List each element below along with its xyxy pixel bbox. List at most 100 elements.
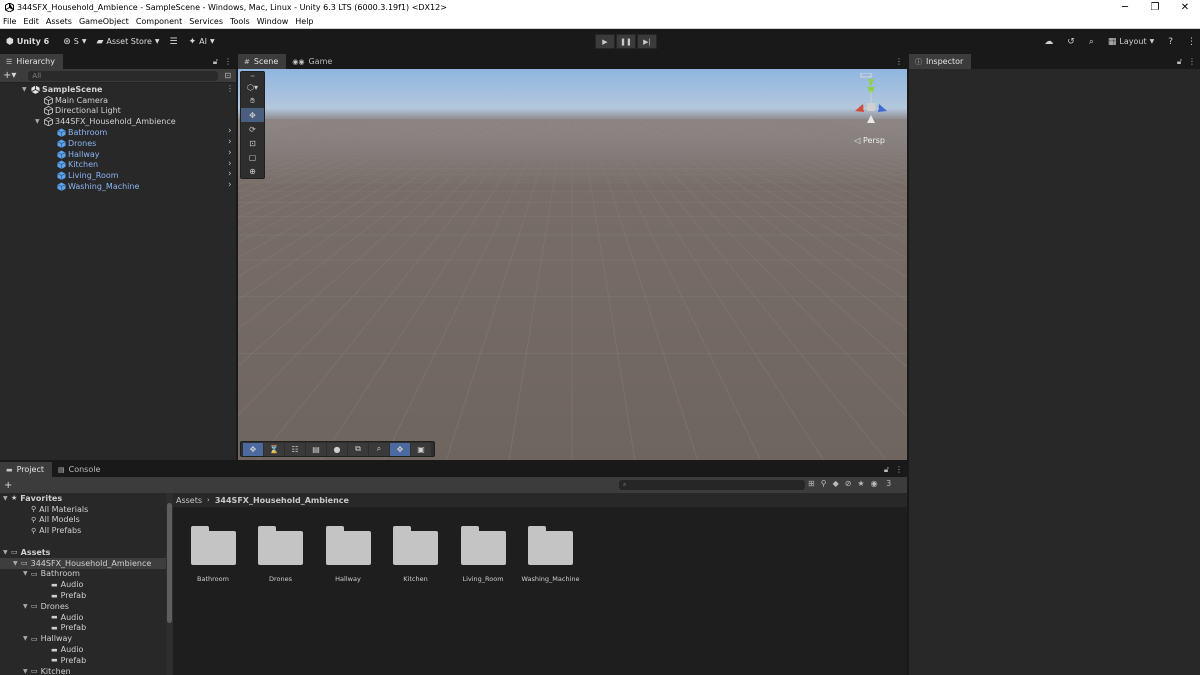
rotate-tool-button[interactable]: ⟳ <box>241 122 264 136</box>
menu-tools[interactable]: Tools <box>230 17 250 26</box>
rect-tool-button[interactable]: ▢ <box>241 150 264 164</box>
project-tree-item[interactable]: ▼ ▭ Assets <box>3 547 50 558</box>
hierarchy-item[interactable]: Bathroom <box>48 127 107 138</box>
tab-project[interactable]: ▬ Project <box>0 462 52 477</box>
breadcrumb-item[interactable]: Assets <box>176 496 202 505</box>
project-tree-item[interactable]: ▬ Prefab <box>43 623 86 634</box>
overlay-search-button[interactable]: ⌕ <box>369 442 389 456</box>
history-icon[interactable]: ↺ <box>1067 37 1075 47</box>
package-button[interactable]: ☰ <box>166 33 185 50</box>
layout-dropdown[interactable]: ▦ Layout ▼ <box>1108 37 1154 47</box>
hierarchy-item[interactable]: Kitchen <box>48 160 98 171</box>
hierarchy-item[interactable]: Drones <box>48 138 96 149</box>
orientation-gizmo[interactable] <box>847 72 895 133</box>
hidden-packages-toggle[interactable]: ◉ 3 <box>871 479 898 488</box>
menu-edit[interactable]: Edit <box>23 17 39 26</box>
more-options-icon[interactable]: ⋮ <box>895 465 903 474</box>
maximize-button[interactable]: ❐ <box>1140 0 1170 15</box>
tab-hierarchy[interactable]: ☰ Hierarchy <box>0 54 63 69</box>
scale-tool-button[interactable]: ⊡ <box>241 136 264 150</box>
palette-handle[interactable]: ═ <box>241 72 264 80</box>
overlay-grid-button[interactable]: ☷ <box>285 442 305 456</box>
pause-button[interactable]: ❚❚ <box>616 34 636 49</box>
asset-folder[interactable]: Hallway <box>318 526 378 583</box>
more-options-icon[interactable]: ⋮ <box>1188 57 1196 66</box>
asset-store-dropdown[interactable]: ▰ Asset Store ▼ <box>92 33 163 50</box>
lock-icon[interactable]: 🔓︎ <box>1177 57 1182 67</box>
move-tool-button[interactable]: ✥ <box>241 108 264 122</box>
menu-assets[interactable]: Assets <box>46 17 72 26</box>
prefab-open-chevron-icon[interactable]: › <box>228 126 232 136</box>
menu-component[interactable]: Component <box>136 17 182 26</box>
expand-arrow-icon[interactable]: ▼ <box>13 560 21 567</box>
overlay-increment-button[interactable]: ▤ <box>306 442 326 456</box>
unity-account-button[interactable]: ⬢ Unity 6 <box>2 33 53 50</box>
breadcrumb-item[interactable]: 344SFX_Household_Ambience <box>215 496 349 505</box>
project-tree-item[interactable]: ▼ ▭ Drones <box>23 601 69 612</box>
project-tree-item[interactable]: ⚲ All Materials <box>23 504 88 515</box>
overlay-light-button[interactable]: ⧉ <box>348 442 368 456</box>
tab-console[interactable]: ▤ Console <box>52 462 109 477</box>
play-button[interactable]: ▶ <box>595 34 615 49</box>
add-object-button[interactable]: +▾ <box>3 70 16 81</box>
menu-window[interactable]: Window <box>257 17 289 26</box>
menu-help[interactable]: Help <box>295 17 313 26</box>
project-tree-item[interactable]: ⚲ All Models <box>23 515 80 526</box>
asset-folder[interactable]: Bathroom <box>183 526 243 583</box>
asset-folder[interactable]: Living_Room <box>453 526 513 583</box>
expand-arrow-icon[interactable]: ▼ <box>35 118 43 125</box>
expand-arrow-icon[interactable]: ▼ <box>22 86 30 93</box>
prefab-open-chevron-icon[interactable]: › <box>228 169 232 179</box>
tag-icon[interactable]: ◆ <box>833 479 839 488</box>
tab-scene[interactable]: # Scene <box>238 54 287 69</box>
projection-toggle[interactable]: ◁ Persp <box>854 136 885 145</box>
expand-arrow-icon[interactable]: ▼ <box>23 635 31 642</box>
more-options-icon[interactable]: ⋮ <box>895 57 903 66</box>
step-button[interactable]: ▶| <box>637 34 657 49</box>
hierarchy-item[interactable]: Directional Light <box>35 106 121 117</box>
hierarchy-item[interactable]: Living_Room <box>48 170 119 181</box>
project-tree-item[interactable]: ▼ ★ Favorites <box>3 493 62 504</box>
project-tree-scrollbar[interactable] <box>166 493 173 675</box>
lock-icon[interactable]: 🔓︎ <box>884 465 889 475</box>
transform-tool-button[interactable]: ⊕ <box>241 164 264 178</box>
hierarchy-item[interactable]: Main Camera <box>35 95 108 106</box>
expand-arrow-icon[interactable]: ▼ <box>23 603 31 610</box>
project-tree-item[interactable]: ▬ Audio <box>43 644 83 655</box>
ai-dropdown[interactable]: ✦ AI ▼ <box>185 33 219 50</box>
account-dropdown[interactable]: ⊛ S ▼ <box>59 33 90 50</box>
filter-icon[interactable]: ⊡ <box>224 71 231 80</box>
project-tree-item[interactable]: ▬ Audio <box>43 612 83 623</box>
expand-arrow-icon[interactable]: ▼ <box>23 668 31 675</box>
lock-icon[interactable]: 🔓︎ <box>213 57 218 67</box>
hierarchy-item[interactable]: ▼ 344SFX_Household_Ambience <box>35 116 176 127</box>
project-tree-item[interactable]: ⚲ All Prefabs <box>23 525 81 536</box>
more-options-icon[interactable]: ⋮ <box>224 57 232 66</box>
hierarchy-item[interactable]: Washing_Machine <box>48 181 139 192</box>
favorite-icon[interactable]: ★ <box>857 479 864 488</box>
scrollbar-thumb[interactable] <box>167 503 172 623</box>
expand-arrow-icon[interactable]: ▼ <box>3 549 11 556</box>
project-tree-item[interactable]: ▬ Prefab <box>43 655 86 666</box>
tab-inspector[interactable]: ⓘ Inspector <box>909 54 972 69</box>
menu-file[interactable]: File <box>3 17 16 26</box>
more-options-icon[interactable]: ⋮ <box>1187 37 1196 47</box>
menu-gameobject[interactable]: GameObject <box>79 17 129 26</box>
prefab-open-chevron-icon[interactable]: › <box>228 180 232 190</box>
asset-folder[interactable]: Washing_Machine <box>521 526 581 583</box>
scene-more-options-icon[interactable]: ⋮ <box>226 84 234 93</box>
expand-arrow-icon[interactable]: ▼ <box>23 570 31 577</box>
project-tree-item[interactable]: ▼ ▭ Kitchen <box>23 666 71 675</box>
hierarchy-item[interactable]: Hallway <box>48 149 100 160</box>
expand-arrow-icon[interactable]: ▼ <box>3 495 11 502</box>
prefab-open-chevron-icon[interactable]: › <box>228 137 232 147</box>
create-asset-button[interactable]: + <box>4 480 12 491</box>
scene-viewport[interactable]: ═ ⬡▾ ✋︎ ✥ ⟳ ⊡ ▢ ⊕ ✥ ⌛ ☷ ▤ ● ⧉ ⌕ ✥ ▣ ◁ Pe… <box>238 69 907 460</box>
search-icon[interactable]: ⌕ <box>1089 37 1094 47</box>
close-button[interactable]: ✕ <box>1170 0 1200 15</box>
help-icon[interactable]: ? <box>1168 37 1173 47</box>
overlay-gizmo-button[interactable]: ✥ <box>390 442 410 456</box>
project-tree-item[interactable]: ▬ Prefab <box>43 590 86 601</box>
hand-tool-button[interactable]: ✋︎ <box>241 94 264 108</box>
hierarchy-item[interactable]: ▼ SampleScene <box>22 84 102 95</box>
